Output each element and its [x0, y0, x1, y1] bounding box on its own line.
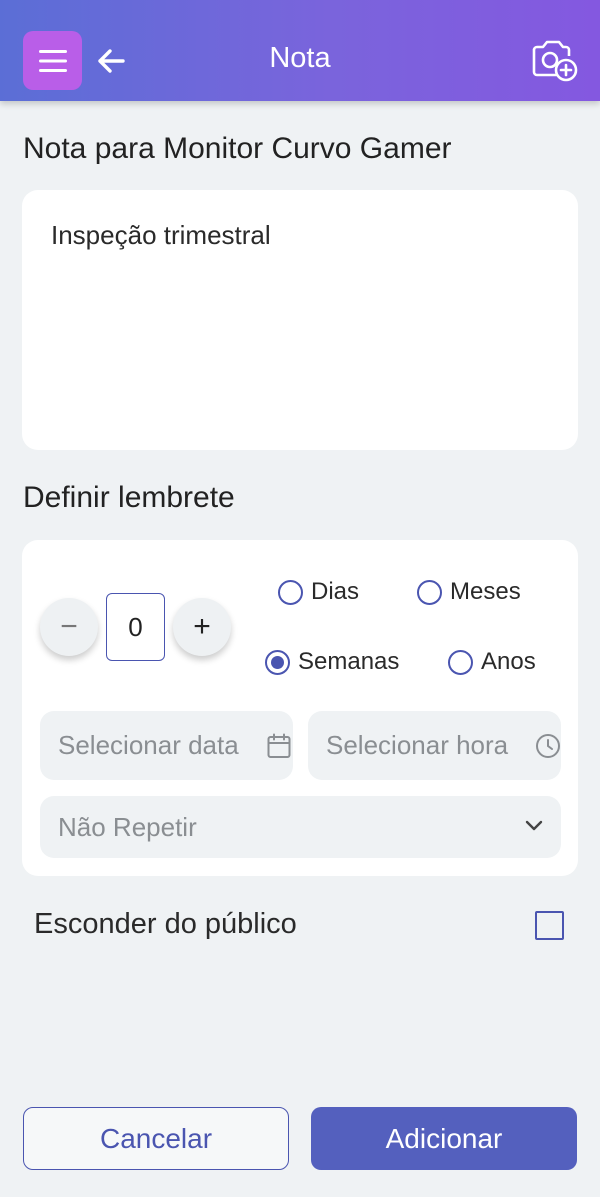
camera-plus-icon [532, 40, 578, 82]
interval-value-input[interactable]: 0 [106, 593, 165, 661]
radio-unchecked-icon [448, 649, 473, 675]
radio-label-meses: Meses [450, 578, 521, 605]
radio-semanas[interactable]: Semanas [265, 648, 399, 676]
hide-from-public-label: Esconder do público [34, 908, 297, 940]
note-textarea[interactable]: Inspeção trimestral [22, 190, 578, 450]
cancel-button-label: Cancelar [99, 1122, 213, 1154]
cancel-button[interactable]: Cancelar [23, 1107, 289, 1170]
radio-label-anos: Anos [481, 648, 536, 675]
note-text: Inspeção trimestral [51, 220, 271, 250]
radio-label-dias: Dias [311, 578, 360, 605]
plus-icon: + [193, 610, 211, 643]
time-placeholder: Selecionar hora [326, 730, 509, 760]
time-picker-field[interactable]: Selecionar hora [308, 711, 561, 780]
chevron-down-icon [525, 820, 543, 831]
radio-anos[interactable]: Anos [448, 648, 536, 676]
reminder-card: − 0 + Dias Meses Semanas Anos Selecionar… [22, 540, 578, 876]
radio-dias[interactable]: Dias [278, 578, 359, 606]
radio-unchecked-icon [278, 579, 303, 605]
radio-checked-icon [265, 649, 290, 675]
interval-value: 0 [128, 611, 143, 642]
repeat-select[interactable]: Não Repetir [40, 796, 561, 858]
date-placeholder: Selecionar data [58, 730, 239, 760]
note-section-title: Nota para Monitor Curvo Gamer [23, 132, 452, 165]
reminder-section-title: Definir lembrete [23, 481, 235, 514]
app-header: Nota [0, 0, 600, 101]
radio-meses[interactable]: Meses [417, 578, 521, 606]
date-picker-field[interactable]: Selecionar data [40, 711, 293, 780]
add-button[interactable]: Adicionar [311, 1107, 577, 1170]
repeat-value: Não Repetir [58, 811, 197, 842]
hide-from-public-checkbox[interactable] [535, 911, 564, 940]
add-button-label: Adicionar [385, 1122, 503, 1154]
page-title: Nota [269, 42, 331, 74]
clock-icon [536, 734, 560, 758]
radio-unchecked-icon [417, 579, 442, 605]
calendar-icon [267, 733, 291, 758]
minus-icon: − [60, 610, 78, 643]
add-photo-button[interactable] [528, 36, 580, 84]
decrement-button[interactable]: − [40, 598, 98, 656]
radio-label-semanas: Semanas [298, 648, 400, 675]
increment-button[interactable]: + [173, 598, 231, 656]
